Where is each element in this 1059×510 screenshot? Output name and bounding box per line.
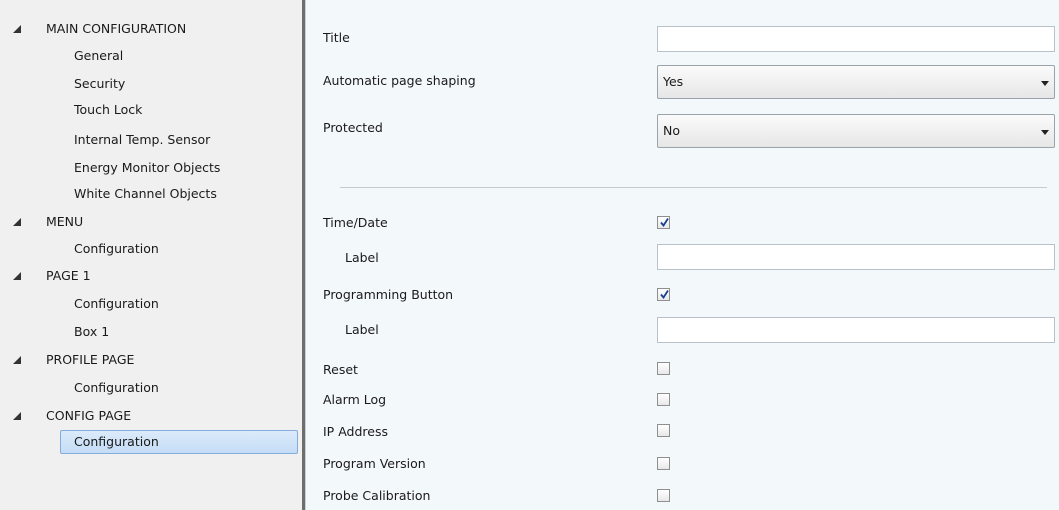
prog-button-label-label: Label — [345, 322, 379, 337]
section-divider — [340, 187, 1047, 188]
tree-group-label: CONFIG PAGE — [46, 408, 132, 423]
prog-button-label-input[interactable] — [657, 317, 1055, 343]
reset-label: Reset — [323, 362, 358, 377]
tree-item-touch-lock[interactable]: Touch Lock — [74, 102, 142, 118]
parameter-tree: MAIN CONFIGURATION General Security Touc… — [0, 0, 302, 510]
checkmark-icon — [660, 290, 669, 300]
tree-item-menu-configuration[interactable]: Configuration — [74, 241, 159, 257]
auto-shaping-value: Yes — [663, 74, 684, 89]
protected-label: Protected — [323, 120, 383, 135]
reset-checkbox[interactable] — [657, 362, 670, 375]
program-version-label: Program Version — [323, 456, 426, 471]
program-version-checkbox[interactable] — [657, 457, 670, 470]
tree-item-profile-configuration[interactable]: Configuration — [74, 380, 159, 396]
checkmark-icon — [660, 218, 669, 228]
ip-address-label: IP Address — [323, 424, 388, 439]
protected-value: No — [663, 123, 680, 138]
title-label: Title — [323, 30, 350, 45]
auto-shaping-select[interactable]: Yes — [657, 65, 1055, 99]
ip-address-checkbox[interactable] — [657, 424, 670, 437]
time-date-checkbox[interactable] — [657, 216, 670, 229]
tree-group-label: PROFILE PAGE — [46, 352, 135, 367]
tree-group-label: PAGE 1 — [46, 268, 91, 283]
chevron-down-icon — [1041, 81, 1049, 86]
expanded-triangle-icon[interactable] — [13, 25, 21, 33]
protected-select[interactable]: No — [657, 114, 1055, 148]
chevron-down-icon — [1041, 130, 1049, 135]
time-date-label-input[interactable] — [657, 244, 1055, 270]
expanded-triangle-icon[interactable] — [13, 272, 21, 280]
tree-item-security[interactable]: Security — [74, 76, 125, 92]
prog-button-label: Programming Button — [323, 287, 454, 302]
tree-item-white-channel-objects[interactable]: White Channel Objects — [74, 186, 217, 202]
alarm-log-checkbox[interactable] — [657, 393, 670, 406]
tree-item-energy-monitor-objects[interactable]: Energy Monitor Objects — [74, 160, 220, 176]
tree-group-label: MENU — [46, 214, 84, 229]
tree-item-internal-temp-sensor[interactable]: Internal Temp. Sensor — [74, 132, 210, 148]
expanded-triangle-icon[interactable] — [13, 356, 21, 364]
expanded-triangle-icon[interactable] — [13, 412, 21, 420]
probe-calibration-checkbox[interactable] — [657, 489, 670, 502]
time-date-label: Time/Date — [323, 215, 388, 230]
tree-item-config-configuration[interactable]: Configuration — [74, 434, 159, 450]
probe-calibration-label: Probe Calibration — [323, 488, 431, 503]
time-date-label-label: Label — [345, 250, 379, 265]
tree-item-general[interactable]: General — [74, 48, 123, 64]
tree-item-box-1[interactable]: Box 1 — [74, 324, 109, 340]
prog-button-checkbox[interactable] — [657, 288, 670, 301]
expanded-triangle-icon[interactable] — [13, 218, 21, 226]
title-input[interactable] — [657, 26, 1055, 52]
tree-item-page1-configuration[interactable]: Configuration — [74, 296, 159, 312]
tree-group-label: MAIN CONFIGURATION — [46, 21, 187, 36]
auto-shaping-label: Automatic page shaping — [323, 73, 476, 88]
alarm-log-label: Alarm Log — [323, 392, 387, 407]
